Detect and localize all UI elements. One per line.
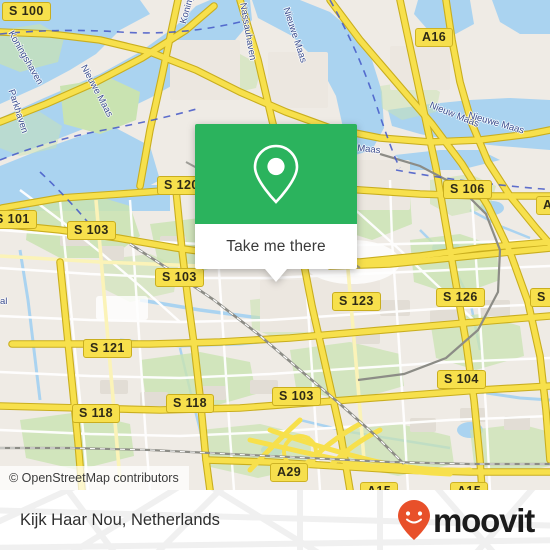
- road-shield: S 100: [2, 2, 51, 21]
- moovit-wordmark: moovit: [433, 501, 535, 539]
- map-place-label: al: [0, 296, 8, 307]
- road-shield: A15: [360, 482, 399, 490]
- road-shield: S 101: [0, 210, 37, 229]
- road-shield: A1: [536, 196, 550, 215]
- road-shield: S 103: [155, 268, 204, 287]
- map-screenshot: Nieuwe MaasParkhavenKoningshavenKoningsh…: [0, 0, 550, 550]
- footer-bar: Kijk Haar Nou, Netherlands moovit: [0, 490, 550, 550]
- place-name-label: Kijk Haar Nou, Netherlands: [20, 490, 220, 550]
- moovit-pin-icon: [398, 500, 431, 540]
- location-popup-card[interactable]: Take me there: [195, 124, 357, 282]
- road-shield: A15: [450, 482, 489, 490]
- take-me-there-button[interactable]: Take me there: [226, 238, 326, 256]
- road-shield: S 106: [443, 180, 492, 199]
- moovit-logo[interactable]: moovit: [397, 490, 535, 550]
- popup-header: [195, 124, 357, 224]
- road-shield: S 126: [436, 288, 485, 307]
- popup-footer[interactable]: Take me there: [195, 224, 357, 269]
- map-canvas[interactable]: Nieuwe MaasParkhavenKoningshavenKoningsh…: [0, 0, 550, 490]
- attribution-text: © OpenStreetMap contributors: [9, 471, 179, 485]
- road-shield: S 104: [437, 370, 486, 389]
- place-name-text: Kijk Haar Nou, Netherlands: [20, 510, 220, 529]
- road-shield: S 103: [67, 221, 116, 240]
- road-shield: S 123: [332, 292, 381, 311]
- popup-pointer-tail: [265, 269, 287, 282]
- road-shield: S 10: [530, 288, 550, 307]
- road-shield: S 118: [72, 404, 120, 423]
- road-shield: S 118: [166, 394, 214, 413]
- map-attribution[interactable]: © OpenStreetMap contributors: [0, 466, 189, 490]
- road-shield: A29: [270, 463, 309, 482]
- road-shield: S 121: [83, 339, 132, 358]
- road-shield: A16: [415, 28, 454, 47]
- map-pin-icon: [253, 144, 299, 204]
- road-shield: S 103: [272, 387, 321, 406]
